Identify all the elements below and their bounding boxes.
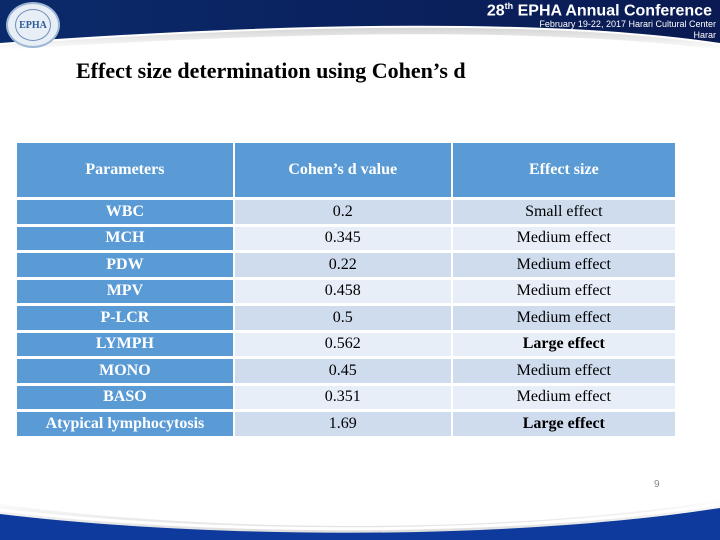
header-cohens-d: Cohen’s d value bbox=[234, 143, 451, 197]
effect-size-cell: Small effect bbox=[452, 200, 675, 224]
cohens-d-cell: 0.45 bbox=[234, 359, 451, 383]
parameter-cell: WBC bbox=[17, 200, 233, 224]
effect-size-cell: Medium effect bbox=[452, 306, 675, 330]
table-header-row: Parameters Cohen’s d value Effect size bbox=[17, 143, 675, 197]
table-row: PDW 0.22 Medium effect bbox=[17, 253, 675, 277]
cohens-d-cell: 0.22 bbox=[234, 253, 451, 277]
parameter-cell: Atypical lymphocytosis bbox=[17, 412, 233, 436]
logo-emblem: EPHA bbox=[15, 9, 51, 41]
header-parameters: Parameters bbox=[17, 143, 233, 197]
parameter-cell: MCH bbox=[17, 226, 233, 250]
table-row: LYMPH 0.562 Large effect bbox=[17, 332, 675, 356]
effect-size-cell: Large effect bbox=[452, 332, 675, 356]
conference-number-suffix: th bbox=[504, 1, 514, 11]
effect-size-cell: Medium effect bbox=[452, 226, 675, 250]
effect-size-cell: Large effect bbox=[452, 412, 675, 436]
cohens-d-cell: 0.345 bbox=[234, 226, 451, 250]
table-row: MPV 0.458 Medium effect bbox=[17, 279, 675, 303]
effect-size-cell: Medium effect bbox=[452, 359, 675, 383]
cohens-d-cell: 0.5 bbox=[234, 306, 451, 330]
parameter-cell: MPV bbox=[17, 279, 233, 303]
table-row: MONO 0.45 Medium effect bbox=[17, 359, 675, 383]
cohens-d-cell: 0.2 bbox=[234, 200, 451, 224]
parameter-cell: PDW bbox=[17, 253, 233, 277]
parameter-cell: LYMPH bbox=[17, 332, 233, 356]
conference-subtitle: February 19-22, 2017 Harari Cultural Cen… bbox=[539, 19, 716, 29]
parameter-cell: BASO bbox=[17, 385, 233, 409]
conference-city: Harar bbox=[693, 30, 716, 40]
table-row: MCH 0.345 Medium effect bbox=[17, 226, 675, 250]
cohens-d-cell: 1.69 bbox=[234, 412, 451, 436]
header-effect-size: Effect size bbox=[452, 143, 675, 197]
table-row: WBC 0.2 Small effect bbox=[17, 200, 675, 224]
effect-size-cell: Medium effect bbox=[452, 385, 675, 409]
conference-title: 28th EPHA Annual Conference bbox=[487, 1, 712, 20]
cohens-d-cell: 0.458 bbox=[234, 279, 451, 303]
table-row: BASO 0.351 Medium effect bbox=[17, 385, 675, 409]
effect-size-cell: Medium effect bbox=[452, 279, 675, 303]
effect-size-table: Parameters Cohen’s d value Effect size W… bbox=[15, 140, 677, 439]
slide-title: Effect size determination using Cohen’s … bbox=[76, 58, 466, 83]
parameter-cell: P-LCR bbox=[17, 306, 233, 330]
conference-name: EPHA Annual Conference bbox=[513, 2, 712, 20]
cohens-d-cell: 0.562 bbox=[234, 332, 451, 356]
epha-logo: EPHA bbox=[6, 2, 60, 48]
table-row: P-LCR 0.5 Medium effect bbox=[17, 306, 675, 330]
table-row: Atypical lymphocytosis 1.69 Large effect bbox=[17, 412, 675, 436]
effect-size-cell: Medium effect bbox=[452, 253, 675, 277]
parameter-cell: MONO bbox=[17, 359, 233, 383]
cohens-d-cell: 0.351 bbox=[234, 385, 451, 409]
conference-number: 28 bbox=[486, 2, 505, 20]
page-number: 9 bbox=[654, 479, 660, 490]
footer-banner bbox=[0, 500, 720, 540]
